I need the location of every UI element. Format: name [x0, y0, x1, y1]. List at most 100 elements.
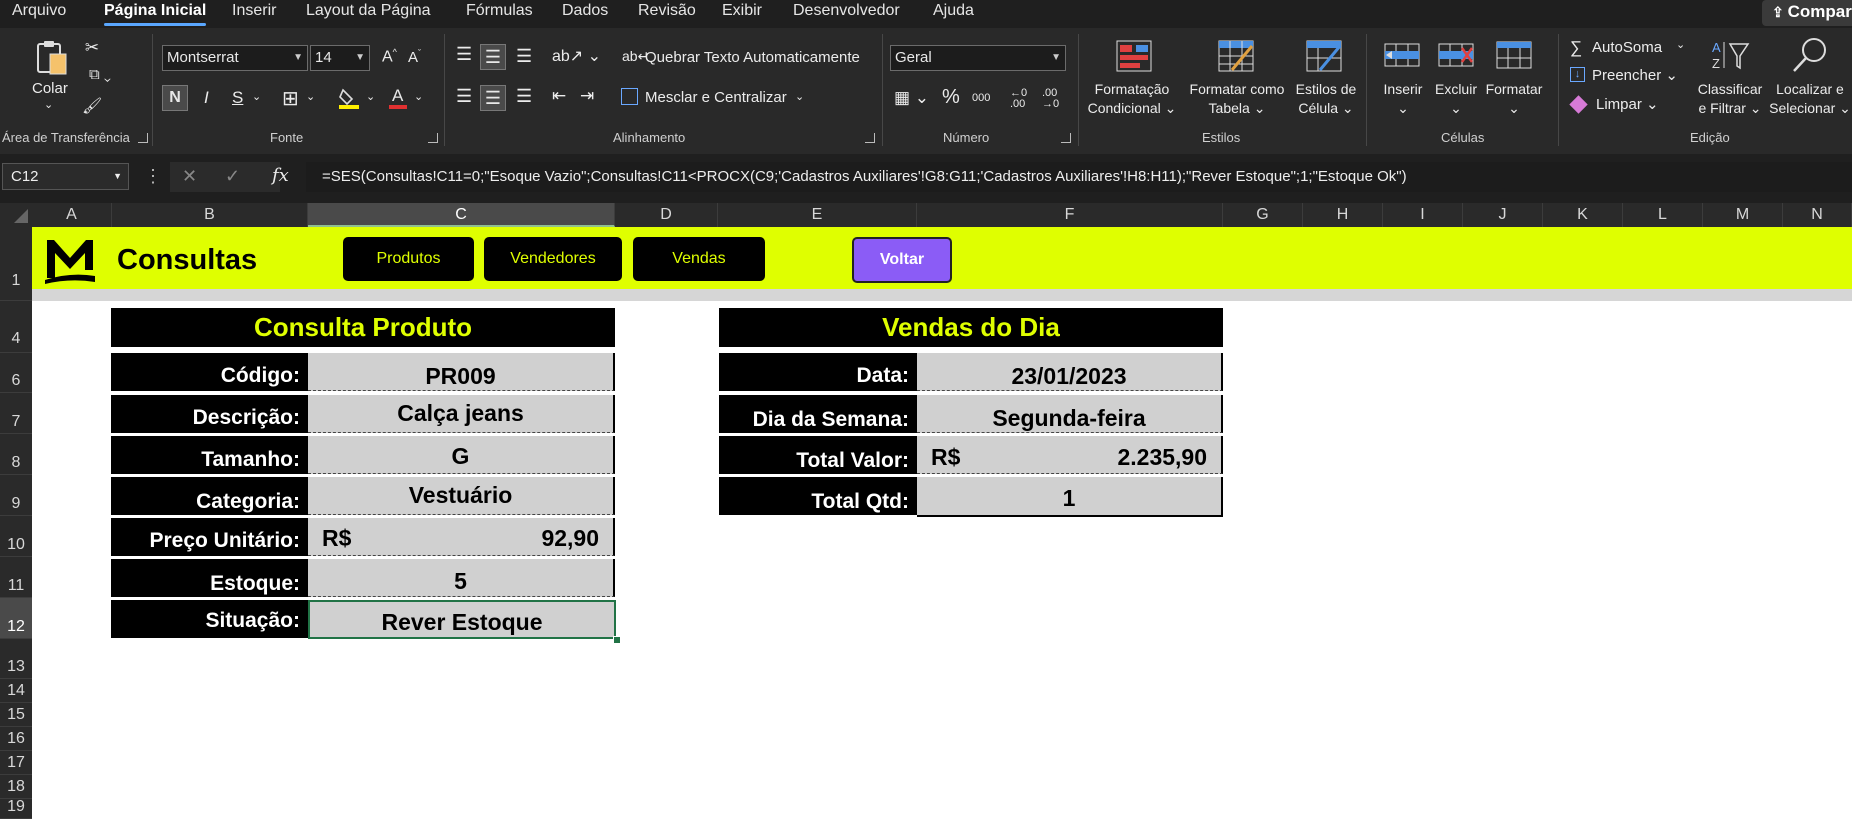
chevron-down-icon[interactable]: ⌄	[252, 90, 261, 103]
decrease-decimal-icon[interactable]: .00 →0	[1042, 88, 1059, 110]
categoria-value[interactable]: Vestuário	[308, 477, 615, 515]
vendedores-button[interactable]: Vendedores	[484, 237, 622, 281]
cell-styles-icon[interactable]	[1306, 40, 1342, 72]
percent-icon[interactable]: %	[942, 86, 960, 109]
italic-button[interactable]: I	[204, 88, 209, 108]
codigo-value[interactable]: PR009	[308, 353, 615, 391]
chevron-down-icon[interactable]: ⌄	[414, 90, 423, 103]
chevron-down-icon[interactable]: ⌄	[1676, 38, 1685, 51]
chevron-down-icon[interactable]: ⌄	[795, 90, 804, 103]
insert-function-icon[interactable]: fx	[272, 165, 289, 186]
column-header-m[interactable]: M	[1703, 203, 1783, 227]
conditional-formatting-icon[interactable]	[1116, 40, 1152, 72]
name-box[interactable]: C12 ▼	[2, 163, 129, 190]
column-header-e[interactable]: E	[718, 203, 917, 227]
format-painter-icon[interactable]: 🖌	[82, 96, 102, 116]
number-launcher-icon[interactable]	[1061, 133, 1071, 143]
tab-ajuda[interactable]: Ajuda	[933, 0, 974, 24]
total-valor-value[interactable]: R$ 2.235,90	[917, 436, 1223, 474]
formula-input[interactable]: =SES(Consultas!C11=0;"Esoque Vazio";Cons…	[322, 168, 1407, 185]
font-launcher-icon[interactable]	[428, 133, 438, 143]
fill-button[interactable]: Preencher ⌄	[1592, 66, 1678, 84]
clipboard-launcher-icon[interactable]	[138, 133, 148, 143]
conditional-formatting-button[interactable]: Formatação Condicional ⌄	[1080, 80, 1184, 118]
row-header-1[interactable]: 1	[0, 227, 32, 301]
insert-cells-icon[interactable]	[1384, 40, 1420, 70]
format-cells-button[interactable]: Formatar ⌄	[1480, 80, 1548, 118]
increase-decimal-icon[interactable]: ←0.00	[1010, 88, 1027, 110]
paste-button[interactable]: Colar	[32, 80, 68, 97]
tab-arquivo[interactable]: Arquivo	[12, 0, 66, 24]
paste-dropdown-icon[interactable]: ⌄	[44, 98, 53, 111]
column-header-k[interactable]: K	[1543, 203, 1623, 227]
autosum-icon[interactable]: ∑	[1570, 38, 1582, 58]
column-header-a[interactable]: A	[32, 203, 112, 227]
row-header-13[interactable]: 13	[0, 639, 32, 679]
grow-font-icon[interactable]: A^	[382, 47, 397, 66]
situacao-value[interactable]: Rever Estoque	[308, 600, 616, 639]
preco-unitario-value[interactable]: R$ 92,90	[308, 518, 615, 556]
tab-revisao[interactable]: Revisão	[638, 0, 696, 24]
fill-down-icon[interactable]: ↓	[1570, 67, 1585, 82]
voltar-button[interactable]: Voltar	[852, 237, 952, 283]
find-select-button[interactable]: Localizar e Selecionar ⌄	[1762, 80, 1852, 118]
column-header-g[interactable]: G	[1223, 203, 1303, 227]
dia-semana-value[interactable]: Segunda-feira	[917, 395, 1223, 433]
descricao-value[interactable]: Calça jeans	[308, 395, 615, 433]
orientation-icon[interactable]: ab↗ ⌄	[552, 46, 601, 66]
enter-icon[interactable]: ✓	[225, 166, 240, 187]
clear-button[interactable]: Limpar ⌄	[1596, 95, 1659, 113]
total-qtd-value[interactable]: 1	[917, 477, 1223, 517]
fill-handle[interactable]	[613, 636, 621, 644]
borders-icon[interactable]: ⊞	[282, 86, 299, 111]
increase-indent-icon[interactable]: ⇥	[580, 86, 594, 106]
column-header-l[interactable]: L	[1623, 203, 1703, 227]
tab-inserir[interactable]: Inserir	[232, 0, 276, 24]
column-header-b[interactable]: B	[112, 203, 308, 227]
paste-icon[interactable]	[32, 38, 72, 78]
row-header-14[interactable]: 14	[0, 679, 32, 703]
align-center-icon[interactable]: ☰	[480, 85, 506, 111]
row-header-18[interactable]: 18	[0, 775, 32, 799]
sort-filter-button[interactable]: Classificar e Filtrar ⌄	[1690, 80, 1770, 118]
cell-styles-button[interactable]: Estilos de Célula ⌄	[1290, 80, 1362, 118]
row-header-8[interactable]: 8	[0, 434, 32, 475]
column-header-f[interactable]: F	[917, 203, 1223, 227]
delete-cells-button[interactable]: Excluir ⌄	[1428, 80, 1484, 118]
chevron-down-icon[interactable]: ⌄	[366, 90, 375, 103]
underline-button[interactable]: S	[232, 88, 243, 108]
tab-pagina-inicial[interactable]: Página Inicial	[104, 0, 207, 26]
more-options-icon[interactable]: ⋮	[144, 166, 162, 187]
tab-formulas[interactable]: Fórmulas	[466, 0, 533, 24]
column-header-h[interactable]: H	[1303, 203, 1383, 227]
row-header-9[interactable]: 9	[0, 475, 32, 516]
align-middle-icon[interactable]: ☰	[480, 44, 506, 70]
alignment-launcher-icon[interactable]	[865, 133, 875, 143]
format-as-table-button[interactable]: Formatar como Tabela ⌄	[1184, 80, 1290, 118]
row-header-10[interactable]: 10	[0, 516, 32, 557]
find-select-icon[interactable]	[1790, 36, 1830, 74]
row-header-19[interactable]: 19	[0, 798, 32, 819]
row-header-4[interactable]: 4	[0, 301, 32, 353]
delete-cells-icon[interactable]	[1438, 40, 1474, 70]
bold-button[interactable]: N	[162, 85, 188, 111]
align-bottom-icon[interactable]: ☰	[516, 46, 532, 67]
tab-dados[interactable]: Dados	[562, 0, 608, 24]
align-left-icon[interactable]: ☰	[456, 86, 472, 107]
autosum-button[interactable]: AutoSoma	[1592, 39, 1662, 56]
tab-layout-da-pagina[interactable]: Layout da Página	[306, 0, 431, 24]
column-header-i[interactable]: I	[1383, 203, 1463, 227]
select-all-corner[interactable]	[0, 203, 32, 227]
font-name-select[interactable]: Montserrat ▼	[162, 45, 308, 71]
sort-filter-icon[interactable]: AZ	[1710, 38, 1750, 72]
merge-center-icon[interactable]	[621, 88, 638, 105]
comma-style-icon[interactable]: 000	[972, 92, 990, 104]
cancel-icon[interactable]: ✕	[182, 166, 197, 187]
align-top-icon[interactable]: ☰	[456, 44, 472, 65]
produtos-button[interactable]: Produtos	[343, 237, 474, 281]
align-right-icon[interactable]: ☰	[516, 86, 532, 107]
merge-center-button[interactable]: Mesclar e Centralizar	[645, 89, 787, 106]
fill-color-icon[interactable]	[338, 86, 360, 110]
tab-exibir[interactable]: Exibir	[722, 0, 762, 24]
chevron-down-icon[interactable]: ⌄	[306, 90, 315, 103]
